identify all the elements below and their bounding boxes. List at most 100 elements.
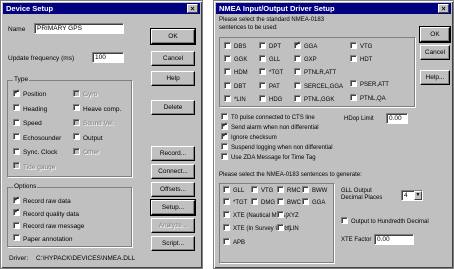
delete-button[interactable]: Delete — [151, 100, 195, 115]
sentence-checkbox[interactable]: SERCEL,GGA — [294, 82, 343, 92]
connect-button[interactable]: Connect... — [151, 164, 195, 179]
nmea-option-checkbox[interactable]: Suspend logging when non differential — [221, 143, 333, 153]
generate-checkbox-label: XYZ — [287, 213, 299, 220]
chevron-down-icon[interactable]: ▼ — [414, 191, 422, 200]
gll-decimal-places-value: 4 — [404, 192, 408, 199]
generate-checkbox[interactable]: XYZ — [277, 211, 299, 221]
ok-button[interactable]: OK — [150, 28, 196, 45]
update-frequency-field[interactable]: 100 — [92, 52, 124, 63]
sentence-checkbox-label: PAT — [269, 84, 280, 91]
type-checkbox-label: Position — [23, 91, 47, 98]
sentence-checkbox[interactable]: PSER,ATT — [350, 80, 389, 90]
generate-checkbox[interactable]: *TGT — [223, 198, 247, 208]
script-button[interactable]: Script... — [151, 236, 195, 251]
close-icon[interactable]: × — [187, 4, 198, 13]
sentence-checkbox[interactable]: *TGT — [259, 68, 283, 78]
checkbox-box — [223, 224, 230, 231]
option-checkbox[interactable]: Record raw message — [13, 221, 84, 231]
name-field[interactable]: PRIMARY GPS — [34, 23, 124, 34]
type-checkbox-label: Speed — [23, 120, 42, 127]
type-checkbox[interactable]: Output — [73, 133, 103, 143]
generate-checkbox[interactable]: DMG — [251, 198, 275, 208]
sentence-checkbox-label: PSER,ATT — [360, 82, 389, 89]
offsets-button[interactable]: Offsets... — [151, 182, 195, 197]
generate-checkbox[interactable]: GLL — [223, 186, 244, 196]
record-button[interactable]: Record... — [151, 146, 195, 161]
sentence-checkbox[interactable]: VTG — [350, 42, 372, 52]
nmea-option-checkbox-label: Ignore checksum — [231, 135, 277, 142]
generate-checkbox-label: RMC — [287, 188, 301, 195]
gll-decimal-places-select[interactable]: 4 ▼ — [401, 190, 423, 201]
sentence-checkbox[interactable]: PAT — [259, 82, 280, 92]
sentence-checkbox[interactable]: PTNL,QA — [350, 94, 386, 104]
type-checkbox-label: Sound Vel. — [83, 120, 115, 127]
sentences-instruction-line1: Please select the standard NMEA-0183 — [219, 17, 325, 23]
type-checkbox[interactable]: Speed — [13, 118, 42, 128]
hdop-limit-field[interactable]: 0.00 — [386, 113, 408, 124]
checkbox-box — [13, 221, 20, 229]
checkbox-box — [223, 198, 230, 205]
generate-checkbox[interactable]: GGA — [302, 198, 325, 208]
checkbox-box — [73, 133, 80, 141]
sentence-checkbox[interactable]: DPT — [259, 42, 281, 52]
help-button[interactable]: Help — [151, 71, 195, 86]
option-checkbox[interactable]: Record quality data — [13, 208, 79, 219]
generate-checkbox[interactable]: BWC — [277, 198, 301, 208]
sentence-checkbox[interactable]: PTNL,GGK — [294, 95, 334, 105]
nmea-option-checkbox-label: Use ZDA Message for Time Tag — [231, 155, 316, 162]
sentence-checkbox[interactable]: PTNLR,ATT — [294, 68, 336, 78]
cancel-button[interactable]: Cancel — [420, 45, 450, 60]
checkbox-box — [224, 82, 231, 89]
checkbox-box — [302, 198, 309, 205]
nmea-setup-titlebar[interactable]: NMEA Input/Output Driver Setup × — [216, 3, 451, 14]
sentence-checkbox[interactable]: GLL — [259, 55, 280, 65]
sentence-checkbox[interactable]: *LIN — [224, 95, 246, 105]
type-checkbox[interactable]: Echosounder — [13, 133, 61, 143]
nmea-option-checkbox[interactable]: T0 pulse connected to CTS line — [221, 113, 315, 123]
checkbox-box — [13, 133, 20, 141]
sentence-checkbox[interactable]: HDG — [259, 95, 282, 105]
type-checkbox[interactable]: Sync. Clock — [13, 147, 57, 157]
type-checkbox[interactable]: Heave comp. — [73, 104, 121, 114]
device-setup-titlebar[interactable]: Device Setup × — [3, 3, 200, 14]
options-group-label: Options — [13, 183, 38, 191]
analyze-button[interactable]: Analyze... — [151, 218, 195, 233]
setup-button[interactable]: Setup... — [150, 199, 196, 216]
checkbox-box — [221, 143, 228, 150]
sentence-checkbox-label: HDT — [360, 57, 373, 64]
checkbox-box — [13, 234, 20, 242]
generate-checkbox[interactable]: RMC — [277, 186, 301, 196]
option-checkbox[interactable]: Paper annotation — [13, 234, 73, 244]
sentence-checkbox-label: *LIN — [234, 97, 246, 104]
type-checkbox-label: Tide gauge — [23, 163, 56, 171]
close-icon[interactable]: × — [438, 4, 449, 13]
xte-factor-field[interactable]: 0.00 — [374, 234, 414, 245]
ok-button[interactable]: OK — [419, 26, 451, 43]
nmea-option-checkbox-label: T0 pulse connected to CTS line — [231, 115, 315, 122]
generate-checkbox[interactable]: APB — [223, 238, 245, 248]
generate-checkbox[interactable]: *LIN — [277, 224, 299, 234]
generate-checkbox-label: VTG — [261, 188, 274, 195]
nmea-option-checkbox[interactable]: Ignore checksum — [221, 132, 277, 143]
sentence-checkbox[interactable]: HDT — [350, 55, 373, 65]
window-title: NMEA Input/Output Driver Setup — [219, 4, 335, 13]
cancel-button[interactable]: Cancel — [151, 51, 195, 66]
sentence-checkbox[interactable]: HDM — [224, 68, 248, 78]
sentence-checkbox[interactable]: GGA — [294, 41, 317, 52]
type-checkbox[interactable]: Position — [13, 89, 47, 99]
sentence-checkbox[interactable]: GGK — [224, 55, 247, 65]
nmea-option-checkbox[interactable]: Use ZDA Message for Time Tag — [221, 153, 316, 163]
sentence-checkbox[interactable]: GXP — [294, 55, 317, 65]
type-checkbox[interactable]: Heading — [13, 104, 47, 114]
generate-checkbox[interactable]: BWW — [302, 186, 327, 196]
update-frequency-label: Update frequency (ms) — [8, 55, 75, 62]
checkbox-box — [294, 55, 301, 62]
output-hundredth-checkbox[interactable]: Output to Hundredth Decimal — [341, 216, 429, 227]
generate-checkbox[interactable]: VTG — [251, 186, 274, 196]
option-checkbox[interactable]: Record raw data — [13, 196, 71, 206]
checkbox-box — [13, 104, 20, 112]
nmea-option-checkbox[interactable]: Send alarm when non differential — [221, 122, 319, 133]
sentence-checkbox[interactable]: DBS — [224, 42, 246, 52]
sentence-checkbox[interactable]: DBT — [224, 82, 246, 92]
help-button[interactable]: Help... — [420, 70, 450, 85]
